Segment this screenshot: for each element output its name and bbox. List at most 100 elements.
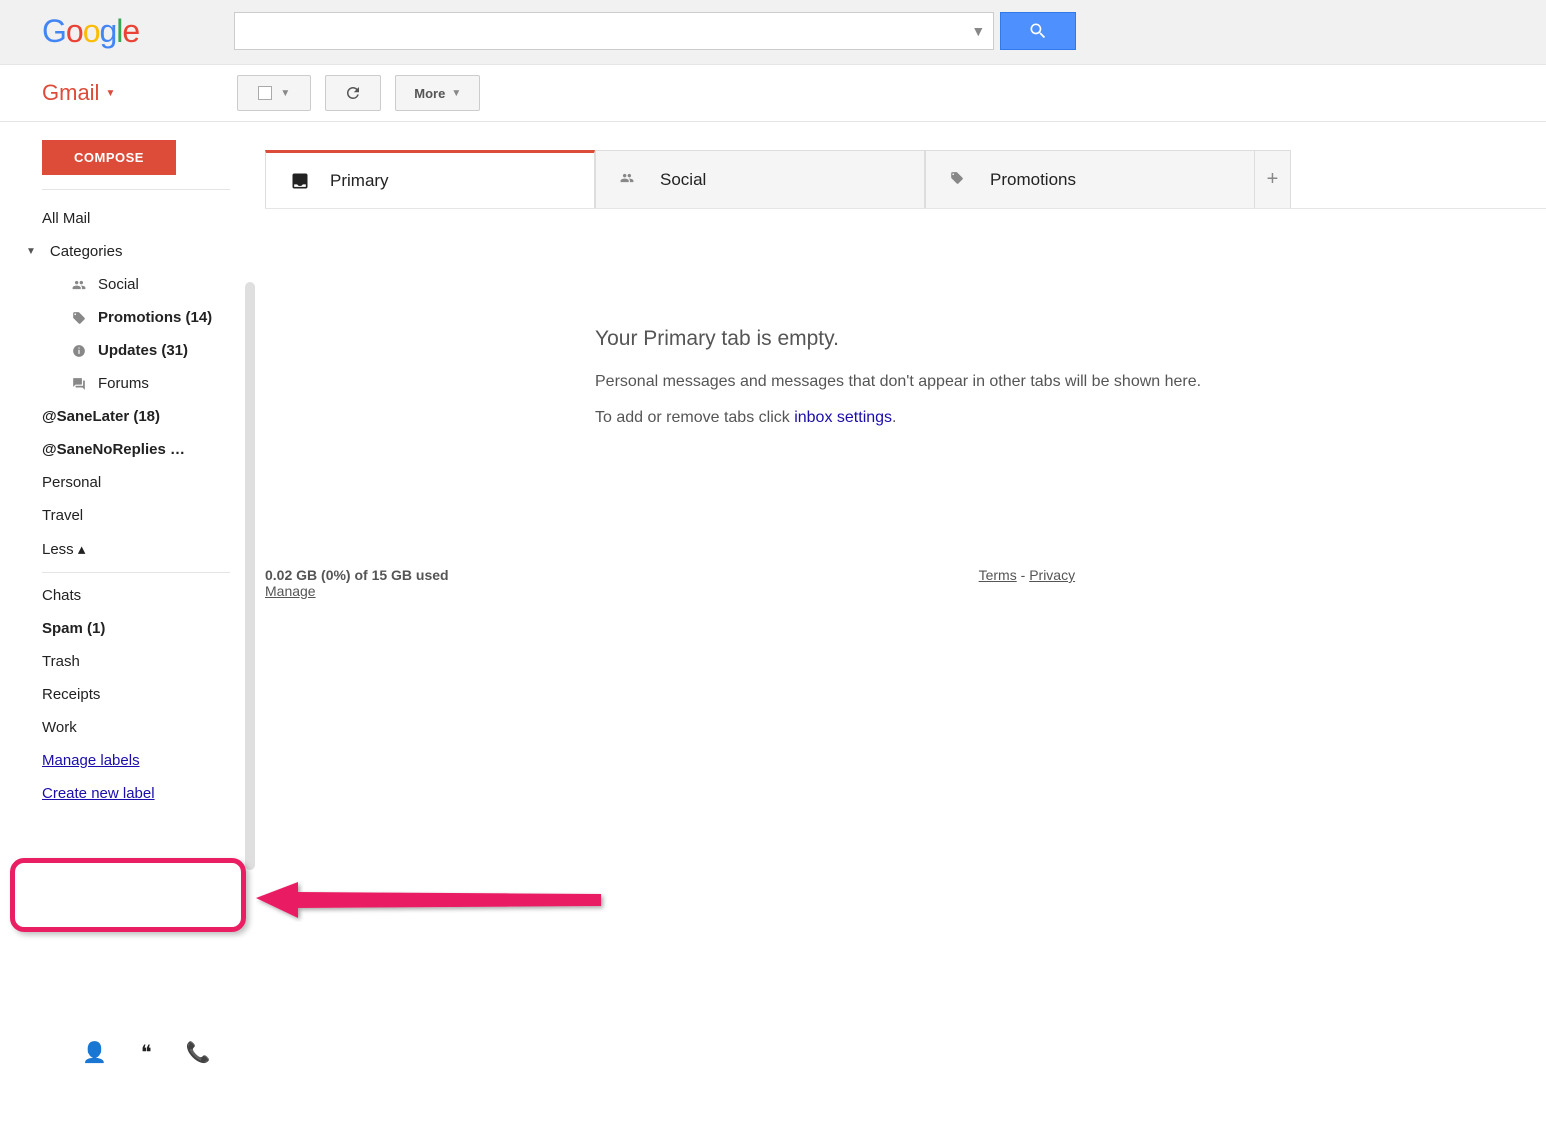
app-title[interactable]: Gmail ▼ (42, 80, 115, 106)
sidebar: COMPOSE All Mail ▼ Categories Social Promoti… (0, 122, 265, 810)
tab-label: Promotions (990, 170, 1076, 190)
main: Primary Social Promotions + Your Primary ta… (265, 122, 1546, 810)
empty-line1: Personal messages and messages that don'… (595, 373, 1546, 391)
footer: 0.02 GB (0%) of 15 GB used Manage Terms … (265, 567, 1546, 599)
sidebar-item[interactable]: Personal (0, 466, 265, 499)
manage-storage-link[interactable]: Manage (265, 583, 449, 599)
sidebar-item-label: Updates (31) (98, 342, 188, 359)
add-tab-button[interactable]: + (1255, 150, 1291, 208)
person-icon[interactable]: 👤 (82, 1040, 107, 1065)
sidebar-item-label: Promotions (14) (98, 309, 212, 326)
sidebar-item[interactable]: All Mail (0, 202, 265, 235)
sidebar-item-label: @SaneLater (18) (42, 408, 160, 425)
empty-line2-suffix: . (892, 409, 896, 426)
sidebar-item[interactable]: Work (0, 711, 265, 744)
sidebar-item-label: Work (42, 719, 77, 736)
select-checkbox-icon (258, 86, 272, 100)
refresh-icon (344, 84, 362, 102)
search-options-dropdown-icon[interactable]: ▼ (971, 23, 985, 39)
privacy-link[interactable]: Privacy (1029, 567, 1075, 583)
sidebar-item[interactable]: Receipts (0, 678, 265, 711)
tabs: Primary Social Promotions + (265, 150, 1546, 209)
inbox-settings-link[interactable]: inbox settings (794, 409, 892, 426)
sidebar-item[interactable]: ▼ Categories (0, 235, 265, 268)
sidebar-divider (42, 189, 230, 190)
forum-icon (70, 377, 88, 391)
toolbar: ▼ More ▼ (237, 75, 480, 111)
sidebar-item-label: Chats (42, 587, 81, 604)
sidebar-item[interactable]: Promotions (14) (0, 301, 265, 334)
sidebar-item-label: Forums (98, 375, 149, 392)
header: Google ▼ (0, 0, 1546, 65)
expand-icon: ▼ (26, 246, 36, 257)
info-icon (70, 344, 88, 358)
empty-heading: Your Primary tab is empty. (595, 327, 1546, 351)
tab-label: Social (660, 170, 706, 190)
empty-line2-prefix: To add or remove tabs click (595, 409, 794, 426)
sidebar-item-label: @SaneNoReplies … (42, 441, 185, 458)
app-title-text: Gmail (42, 80, 99, 106)
tab-label: Primary (330, 171, 389, 191)
google-logo[interactable]: Google (42, 13, 139, 50)
sidebar-item[interactable]: @SaneNoReplies … (0, 433, 265, 466)
sidebar-item-label: Create new label (42, 785, 155, 802)
sidebar-item-label: All Mail (42, 210, 90, 227)
sidebar-item-label: Less ▴ (42, 540, 85, 558)
sidebar-list: All Mail ▼ Categories Social Promotions (14)… (0, 202, 265, 810)
sidebar-item[interactable]: @SaneLater (18) (0, 400, 265, 433)
sidebar-item[interactable]: Manage labels (0, 744, 265, 777)
annotation-highlight-box (10, 858, 246, 932)
sidebar-item-label: Trash (42, 653, 80, 670)
empty-line2: To add or remove tabs click inbox settin… (595, 409, 1546, 427)
terms-link[interactable]: Terms (979, 567, 1017, 583)
select-button[interactable]: ▼ (237, 75, 311, 111)
sidebar-item[interactable]: Chats (0, 579, 265, 612)
tab-primary[interactable]: Primary (265, 150, 595, 208)
phone-icon[interactable]: 📞 (186, 1040, 211, 1065)
sidebar-item[interactable]: Updates (31) (0, 334, 265, 367)
tag-icon (948, 170, 972, 190)
storage-usage: 0.02 GB (0%) of 15 GB used Manage (265, 567, 449, 599)
more-caret-icon: ▼ (451, 88, 461, 99)
sidebar-scrollbar[interactable] (245, 282, 255, 870)
sidebar-item[interactable]: Trash (0, 645, 265, 678)
search-button[interactable] (1000, 12, 1076, 50)
sidebar-item-label: Personal (42, 474, 101, 491)
search-icon (1028, 21, 1048, 41)
people-icon (618, 170, 642, 190)
sidebar-item[interactable]: Social (0, 268, 265, 301)
subheader: Gmail ▼ ▼ More ▼ (0, 65, 1546, 122)
footer-sep: - (1017, 567, 1029, 583)
sidebar-item[interactable]: Forums (0, 367, 265, 400)
sidebar-item-label: Social (98, 276, 139, 293)
search-wrap: ▼ (234, 12, 1076, 50)
hangouts-icon[interactable]: ❝ (141, 1040, 152, 1065)
sidebar-item[interactable]: Create new label (0, 777, 265, 810)
body: COMPOSE All Mail ▼ Categories Social Promoti… (0, 122, 1546, 810)
search-box[interactable]: ▼ (234, 12, 994, 50)
select-caret-icon: ▼ (280, 88, 290, 99)
sidebar-item-label: Spam (1) (42, 620, 105, 637)
footer-links: Terms - Privacy (979, 567, 1075, 583)
refresh-button[interactable] (325, 75, 381, 111)
search-input[interactable] (243, 22, 971, 40)
sidebar-item-label: Travel (42, 507, 83, 524)
sidebar-divider (42, 572, 230, 573)
sidebar-item[interactable]: Travel (0, 499, 265, 532)
storage-usage-text: 0.02 GB (0%) of 15 GB used (265, 567, 449, 583)
tag-icon (70, 311, 88, 325)
people-icon (70, 278, 88, 292)
empty-state: Your Primary tab is empty. Personal mess… (595, 327, 1546, 427)
compose-button[interactable]: COMPOSE (42, 140, 176, 175)
app-menu-caret-icon: ▼ (105, 88, 115, 99)
tab-promotions[interactable]: Promotions (925, 150, 1255, 208)
tab-social[interactable]: Social (595, 150, 925, 208)
chat-bar: 👤 ❝ 📞 (82, 1040, 211, 1065)
sidebar-item-label: Categories (50, 243, 123, 260)
sidebar-item[interactable]: Spam (1) (0, 612, 265, 645)
more-button[interactable]: More ▼ (395, 75, 480, 111)
inbox-icon (288, 171, 312, 191)
more-label: More (414, 86, 445, 101)
sidebar-item[interactable]: Less ▴ (0, 532, 265, 566)
sidebar-item-label: Receipts (42, 686, 100, 703)
